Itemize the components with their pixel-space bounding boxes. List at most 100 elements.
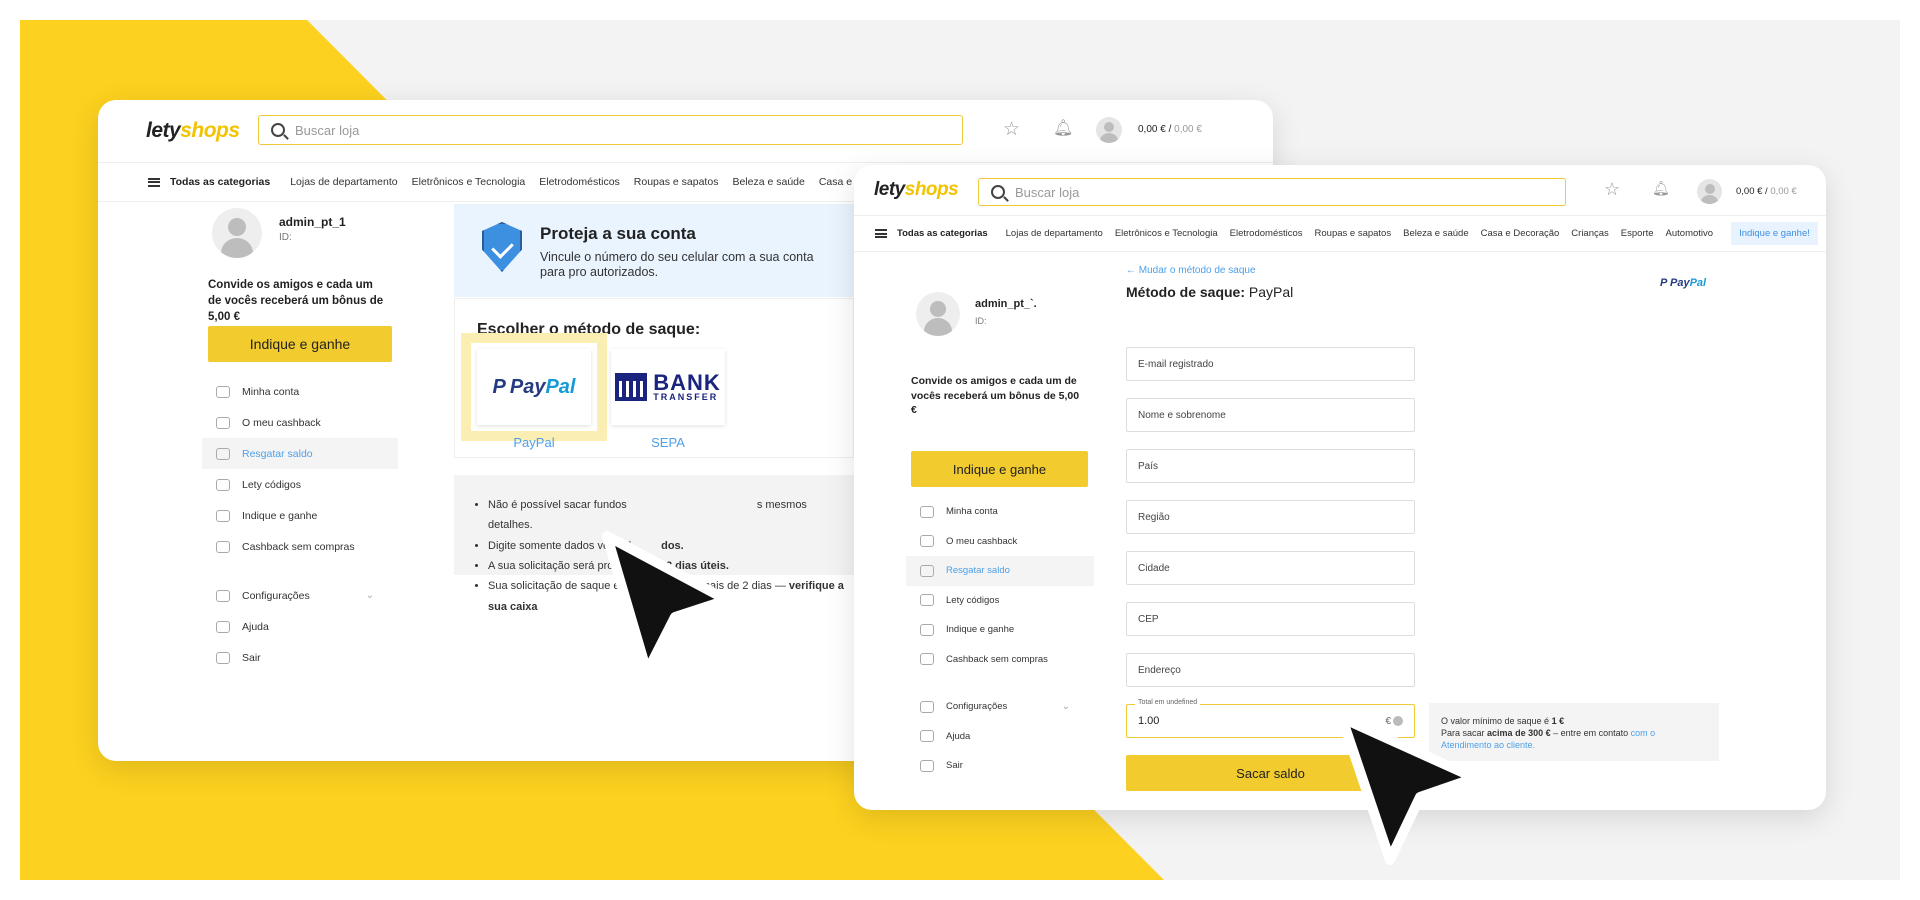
sidebar-item-codes[interactable]: Lety códigos <box>906 586 1094 616</box>
wallet-icon <box>216 447 230 460</box>
invite-button[interactable]: Indique e ganhe <box>911 451 1088 487</box>
email-field[interactable]: E-mail registrado <box>1126 347 1415 381</box>
sidebar-item-cashback[interactable]: O meu cashback <box>202 407 398 438</box>
logo-part2: shops <box>180 119 240 142</box>
category-item[interactable]: Lojas de departamento <box>290 176 397 188</box>
logo[interactable]: letyshops <box>146 119 240 143</box>
tag-icon <box>216 478 230 491</box>
paypal-logo: P PayPal <box>1660 277 1707 289</box>
category-item[interactable]: Lojas de departamento <box>1006 228 1103 239</box>
balance-pending: 0,00 € <box>1767 186 1797 197</box>
category-item[interactable]: Crianças <box>1571 228 1609 239</box>
avatar[interactable] <box>1697 179 1722 204</box>
menu-icon <box>148 177 160 187</box>
sidebar-item-label: Resgatar saldo <box>242 447 313 460</box>
all-categories-label: Todas as categorias <box>897 228 988 239</box>
logo[interactable]: letyshops <box>874 179 959 201</box>
sidebar-item-label: O meu cashback <box>242 416 321 429</box>
search-input[interactable]: Buscar loja <box>978 178 1566 206</box>
region-placeholder: Região <box>1138 511 1170 523</box>
profile-avatar <box>916 292 960 336</box>
refer-tab[interactable]: Indique e ganhe! <box>1731 222 1818 245</box>
bank-logo-b: TRANSFER <box>653 391 719 402</box>
zip-field[interactable]: CEP <box>1126 602 1415 636</box>
cursor-arrow-icon <box>602 531 732 677</box>
withdraw-method-panel: Escolher o método de saque: P PayPal Pay… <box>454 298 854 458</box>
paypal-label[interactable]: PayPal <box>477 435 591 450</box>
sidebar-item-help[interactable]: Ajuda <box>906 722 1094 752</box>
logout-icon <box>920 759 934 772</box>
chevron-down-icon: ⌄ <box>1061 701 1070 713</box>
bank-transfer-logo: BANK TRANSFER <box>615 370 721 402</box>
city-placeholder: Cidade <box>1138 562 1170 574</box>
category-item[interactable]: Casa e Decoração <box>1481 228 1560 239</box>
sidebar-item-settings[interactable]: Configurações ⌄ <box>906 692 1094 722</box>
sidebar-item-refer[interactable]: Indique e ganhe <box>202 500 398 531</box>
protect-description: Vincule o número do seu celular com a su… <box>540 250 814 279</box>
sidebar-item-account[interactable]: Minha conta <box>202 376 398 407</box>
sidebar-item-refer[interactable]: Indique e ganhe <box>906 615 1094 645</box>
avatar[interactable] <box>1096 117 1122 143</box>
all-categories[interactable]: Todas as categorias <box>875 228 988 239</box>
user-icon <box>216 385 230 398</box>
sidebar-item-label: Sair <box>946 760 963 772</box>
balance[interactable]: 0,00 € / 0,00 € <box>1138 124 1202 135</box>
sidebar-item-no-purchase-cashback[interactable]: Cashback sem compras <box>906 645 1094 675</box>
region-field[interactable]: Região <box>1126 500 1415 534</box>
paypal-logo-b: Pal <box>1689 277 1707 289</box>
sidebar-menu: Minha conta O meu cashback Resgatar sald… <box>202 376 398 673</box>
balance-pending: 0,00 € <box>1171 124 1202 135</box>
sidebar-item-no-purchase-cashback[interactable]: Cashback sem compras <box>202 531 398 562</box>
sidebar-item-label: Indique e ganhe <box>242 509 318 522</box>
logout-icon <box>216 651 230 664</box>
bell-icon[interactable]: 🔔︎ <box>1652 180 1670 197</box>
sidebar-item-settings[interactable]: Configurações ⌄ <box>202 580 398 611</box>
change-method-link[interactable]: ← Mudar o método de saque <box>1126 265 1256 276</box>
zip-placeholder: CEP <box>1138 613 1159 625</box>
sidebar-item-logout[interactable]: Sair <box>202 642 398 673</box>
user-id: ID: <box>279 232 292 243</box>
sidebar-item-account[interactable]: Minha conta <box>906 497 1094 527</box>
category-item[interactable]: Eletrônicos e Tecnologia <box>1115 228 1218 239</box>
invite-button[interactable]: Indique e ganhe <box>208 326 392 362</box>
sidebar-item-help[interactable]: Ajuda <box>202 611 398 642</box>
category-item[interactable]: Esporte <box>1621 228 1654 239</box>
email-placeholder: E-mail registrado <box>1138 358 1214 370</box>
category-item[interactable]: Beleza e saúde <box>732 176 804 188</box>
form-title-bold: Método de saque: <box>1126 284 1246 300</box>
name-field[interactable]: Nome e sobrenome <box>1126 398 1415 432</box>
address-placeholder: Endereço <box>1138 664 1181 676</box>
balance[interactable]: 0,00 € / 0,00 € <box>1736 186 1797 197</box>
category-item[interactable]: Automotivo <box>1666 228 1714 239</box>
category-item[interactable]: Eletrodomésticos <box>539 176 620 188</box>
address-field[interactable]: Endereço <box>1126 653 1415 687</box>
sidebar-item-withdraw[interactable]: Resgatar saldo <box>906 556 1094 586</box>
sepa-method-card[interactable]: BANK TRANSFER <box>611 349 725 425</box>
category-item[interactable]: Eletrônicos e Tecnologia <box>412 176 526 188</box>
sidebar-item-cashback[interactable]: O meu cashback <box>906 527 1094 557</box>
category-item[interactable]: Beleza e saúde <box>1403 228 1469 239</box>
sepa-label[interactable]: SEPA <box>611 435 725 450</box>
help-icon <box>216 620 230 633</box>
sidebar-item-logout[interactable]: Sair <box>906 751 1094 781</box>
gear-icon <box>216 589 230 602</box>
method-title: Escolher o método de saque: <box>477 321 701 338</box>
city-field[interactable]: Cidade <box>1126 551 1415 585</box>
search-input[interactable]: Buscar loja <box>258 115 963 145</box>
category-item[interactable]: Roupas e sapatos <box>634 176 719 188</box>
star-icon[interactable]: ☆ <box>1003 118 1020 141</box>
bell-icon[interactable]: 🔔︎ <box>1053 118 1073 138</box>
help-icon <box>920 730 934 743</box>
category-item[interactable]: Eletrodomésticos <box>1230 228 1303 239</box>
sidebar-item-codes[interactable]: Lety códigos <box>202 469 398 500</box>
gear-icon <box>920 700 934 713</box>
username: admin_pt_`. <box>975 298 1037 310</box>
sidebar-item-withdraw[interactable]: Resgatar saldo <box>202 438 398 469</box>
search-placeholder: Buscar loja <box>295 122 360 138</box>
paypal-method-card[interactable]: P PayPal <box>461 333 607 441</box>
country-field[interactable]: País <box>1126 449 1415 483</box>
all-categories[interactable]: Todas as categorias <box>148 176 270 188</box>
category-item[interactable]: Roupas e sapatos <box>1315 228 1392 239</box>
star-icon[interactable]: ☆ <box>1604 179 1620 200</box>
bank-logo-a: BANK <box>653 370 721 396</box>
